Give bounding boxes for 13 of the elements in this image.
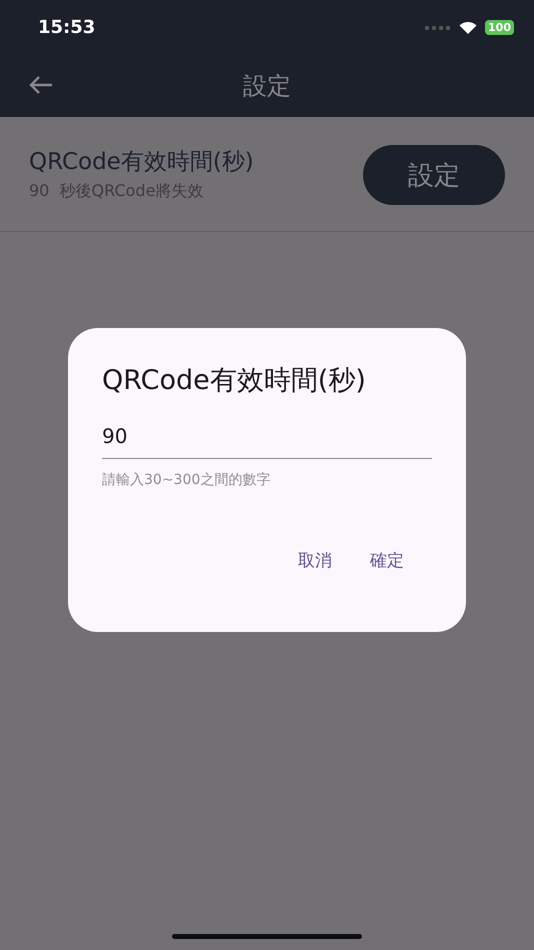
wifi-icon — [459, 21, 478, 34]
confirm-button[interactable]: 確定 — [368, 545, 406, 576]
cancel-button[interactable]: 取消 — [296, 545, 334, 576]
dialog-title: QRCode有效時間(秒) — [102, 364, 367, 398]
input-field[interactable]: 90 — [102, 424, 432, 459]
signal-icon — [425, 26, 452, 30]
status-time: 15:53 — [38, 17, 96, 38]
setting-title: QRCode有效時間(秒) — [29, 148, 254, 177]
battery-icon: 100 — [485, 20, 514, 35]
helper-text: 請輸入30~300之間的數字 — [102, 471, 272, 489]
set-button[interactable]: 設定 — [363, 145, 505, 205]
back-arrow-icon[interactable] — [28, 74, 54, 96]
page-title: 設定 — [243, 71, 291, 102]
